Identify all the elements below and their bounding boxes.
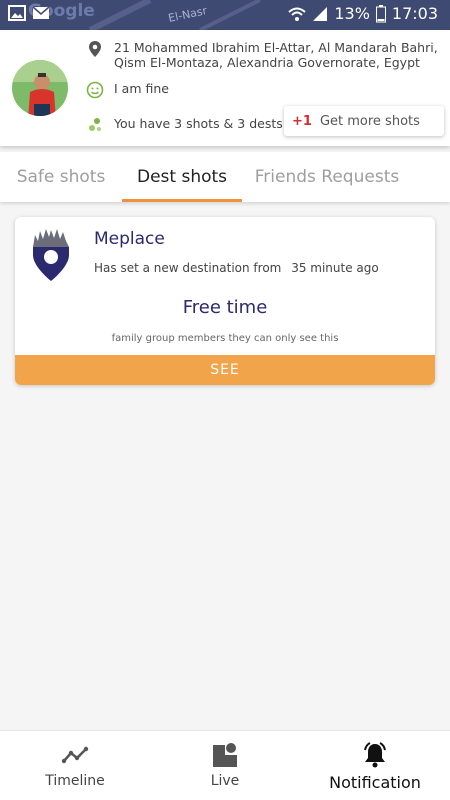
nav-live[interactable]: Live xyxy=(150,731,300,800)
tab-label: Safe shots xyxy=(16,167,106,187)
plus-one-label: +1 xyxy=(292,113,312,129)
card-subtitle: Has set a new destination from 35 minute… xyxy=(94,261,379,275)
destination-card: Meplace Has set a new destination from 3… xyxy=(15,217,435,385)
address-row: 21 Mohammed Ibrahim El-Attar, Al Mandara… xyxy=(86,40,441,70)
see-button[interactable]: SEE xyxy=(15,355,435,385)
avatar[interactable] xyxy=(10,58,70,118)
meplace-logo-icon xyxy=(33,229,69,281)
address-text: 21 Mohammed Ibrahim El-Attar, Al Mandara… xyxy=(114,40,438,70)
signal-icon xyxy=(313,6,328,21)
mood-text: I am fine xyxy=(114,81,169,96)
nav-timeline[interactable]: Timeline xyxy=(0,731,150,800)
battery-icon xyxy=(375,4,386,22)
nav-label: Live xyxy=(210,773,240,789)
profile-card: 21 Mohammed Ibrahim El-Attar, Al Mandara… xyxy=(0,30,450,146)
card-time-ago: 35 minute ago xyxy=(291,261,379,275)
bottom-navigation: Timeline Live Notification xyxy=(0,730,450,800)
tab-friends-requests[interactable]: Friends Requests xyxy=(242,152,412,202)
tab-label: Friends Requests xyxy=(254,167,400,187)
card-subtitle-text: Has set a new destination from xyxy=(94,261,282,275)
clock-text: 17:03 xyxy=(391,4,438,23)
tab-bar: Safe shots Dest shots Friends Requests xyxy=(0,152,450,202)
live-icon xyxy=(213,743,237,767)
shots-text: You have 3 shots & 3 dests xyxy=(114,116,283,131)
visibility-note: family group members they can only see t… xyxy=(111,333,339,344)
see-button-label: SEE xyxy=(210,362,240,378)
gallery-icon xyxy=(8,5,26,21)
dots-icon xyxy=(89,118,101,131)
mail-icon xyxy=(32,6,50,19)
active-tab-indicator xyxy=(122,199,242,202)
tab-label: Dest shots xyxy=(136,167,228,187)
avatar-image xyxy=(12,60,68,116)
nav-label: Notification xyxy=(329,773,421,792)
battery-text: 13% xyxy=(334,4,370,23)
get-more-shots-button[interactable]: +1 Get more shots xyxy=(284,106,444,136)
destination-heading: Free time xyxy=(182,297,268,318)
wifi-icon xyxy=(288,7,306,21)
timeline-icon xyxy=(61,746,89,764)
bell-icon xyxy=(364,742,386,768)
nav-notification[interactable]: Notification xyxy=(300,731,450,800)
status-bar: Google El-Nasr 13% 17:03 xyxy=(0,0,450,30)
nav-label: Timeline xyxy=(45,773,105,789)
get-more-shots-label: Get more shots xyxy=(319,113,420,129)
location-pin-icon xyxy=(89,41,101,57)
tab-safe-shots[interactable]: Safe shots xyxy=(0,152,122,202)
shots-row: You have 3 shots & 3 dests xyxy=(86,116,283,134)
tab-dest-shots[interactable]: Dest shots xyxy=(122,152,242,202)
mood-row: I am fine xyxy=(86,81,169,99)
card-title: Meplace xyxy=(94,229,165,249)
smiley-icon xyxy=(86,81,104,99)
